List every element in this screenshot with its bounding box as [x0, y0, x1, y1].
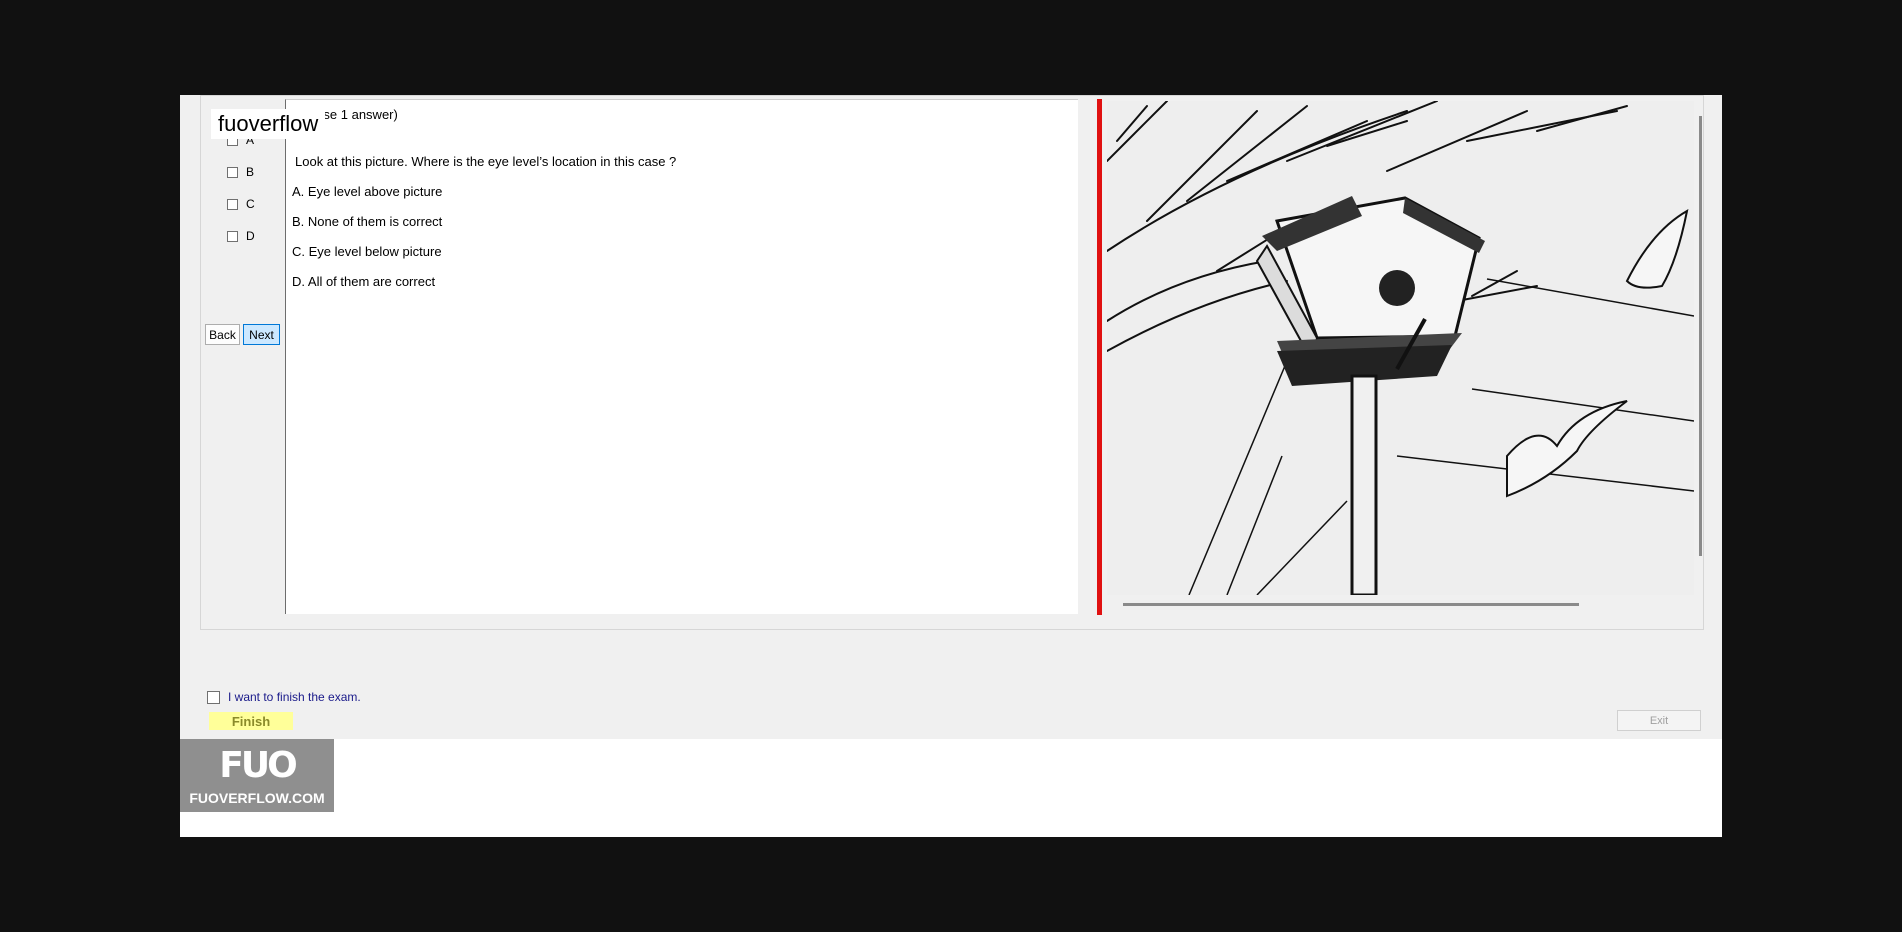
pane-splitter[interactable] [1097, 99, 1102, 615]
answer-checkbox-c[interactable] [227, 198, 238, 210]
exam-window: A B C D Back Next (Choose 1 answer) Look… [180, 95, 1722, 837]
fuoverflow-logo: FUO FUOVERFLOW.COM [180, 739, 334, 812]
bottom-area [180, 739, 1722, 837]
horizontal-scrollbar[interactable] [1123, 603, 1579, 606]
answer-label-c: C [246, 197, 255, 211]
answer-checkbox-b[interactable] [227, 166, 238, 178]
finish-checkbox[interactable] [207, 690, 220, 704]
finish-checkbox-label: I want to finish the exam. [228, 690, 361, 704]
question-text: Look at this picture. Where is the eye l… [295, 154, 677, 169]
finish-confirm-row[interactable]: I want to finish the exam. [207, 690, 361, 704]
question-frame: A B C D Back Next (Choose 1 answer) Look… [200, 95, 1704, 630]
answer-option-d[interactable]: D [227, 229, 255, 243]
exit-button[interactable]: Exit [1617, 710, 1701, 731]
answer-option-b[interactable]: B [227, 165, 254, 179]
back-button[interactable]: Back [205, 324, 240, 345]
question-image [1107, 101, 1694, 595]
choice-b: B. None of them is correct [292, 214, 443, 229]
choice-a: A. Eye level above picture [292, 184, 443, 199]
answer-panel: A B C D Back Next [201, 96, 286, 616]
answer-checkbox-d[interactable] [227, 230, 238, 242]
answer-label-b: B [246, 165, 255, 179]
logo-mark: FUO [219, 745, 297, 786]
finish-button[interactable]: Finish [209, 712, 293, 730]
logo-text: FUOVERFLOW.COM [189, 790, 325, 806]
watermark-label: fuoverflow [211, 109, 326, 139]
answer-label-d: D [246, 229, 255, 243]
vertical-scrollbar[interactable] [1699, 116, 1702, 556]
birdhouse-drawing [1107, 101, 1694, 595]
next-button[interactable]: Next [243, 324, 280, 345]
choice-c: C. Eye level below picture [292, 244, 442, 259]
answer-option-c[interactable]: C [227, 197, 255, 211]
question-pane: (Choose 1 answer) Look at this picture. … [285, 99, 1078, 614]
choice-d: D. All of them are correct [292, 274, 436, 289]
image-pane [1105, 96, 1702, 616]
